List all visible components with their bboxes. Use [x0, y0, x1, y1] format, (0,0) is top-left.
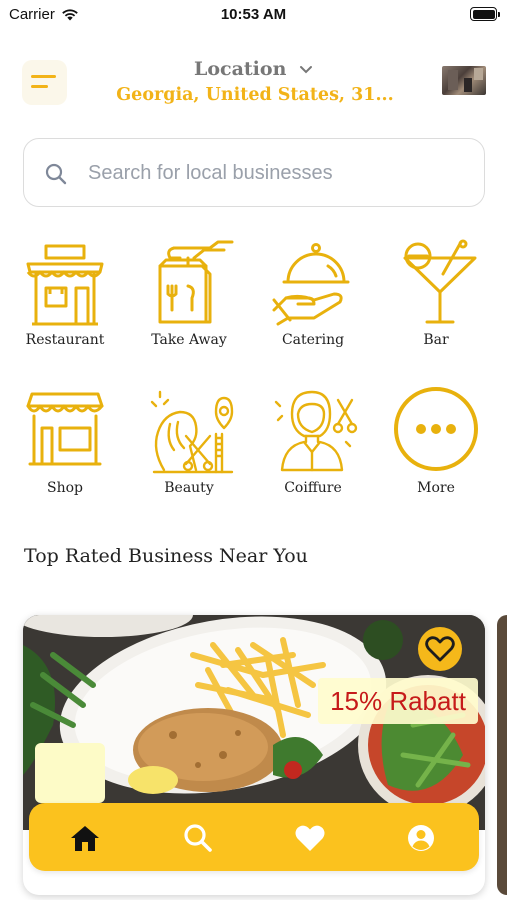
cocktail-icon — [403, 239, 477, 324]
favorite-button[interactable] — [418, 627, 462, 671]
user-icon — [408, 825, 434, 851]
clock: 10:53 AM — [220, 6, 287, 23]
location-selector[interactable]: Location — [0, 58, 507, 80]
category-catering[interactable]: Catering — [258, 236, 368, 348]
home-icon — [71, 826, 99, 851]
category-label: Take Away — [151, 332, 227, 348]
more-icon — [394, 387, 478, 471]
search-icon — [45, 163, 67, 185]
section-title: Top Rated Business Near You — [24, 545, 308, 567]
restaurant-icon — [26, 244, 104, 326]
discount-badge: 15% Rabatt — [318, 678, 478, 724]
category-coiffure[interactable]: Coiffure — [258, 384, 368, 496]
category-restaurant[interactable]: Restaurant — [10, 236, 120, 348]
avatar[interactable] — [442, 66, 486, 95]
coiffure-icon — [274, 390, 358, 472]
tab-profile[interactable] — [405, 822, 437, 854]
category-beauty[interactable]: Beauty — [134, 384, 244, 496]
category-shop[interactable]: Shop — [10, 384, 120, 496]
take-away-icon — [158, 240, 234, 324]
category-label: Catering — [281, 332, 345, 348]
location-label: Location — [193, 58, 287, 80]
tab-bar — [29, 803, 479, 871]
category-label: Restaurant — [25, 332, 105, 348]
business-logo-placeholder — [35, 743, 105, 803]
search-bar[interactable] — [23, 138, 485, 207]
catering-icon — [272, 243, 350, 326]
shop-icon — [26, 392, 104, 466]
search-icon — [184, 824, 212, 852]
beauty-icon — [150, 390, 234, 474]
search-input[interactable] — [88, 157, 468, 189]
chevron-down-icon — [300, 66, 313, 74]
category-label: Shop — [47, 480, 83, 496]
category-label: More — [417, 480, 455, 496]
next-business-card[interactable] — [497, 615, 507, 895]
status-bar: Carrier 10:53 AM — [0, 0, 507, 30]
tab-home[interactable] — [69, 822, 101, 854]
category-label: Beauty — [164, 480, 214, 496]
battery-icon — [470, 7, 500, 21]
category-bar[interactable]: Bar — [381, 236, 491, 348]
heart-outline-icon — [425, 636, 455, 662]
heart-icon — [295, 825, 325, 851]
tab-favorites[interactable] — [294, 822, 326, 854]
tab-search[interactable] — [182, 822, 214, 854]
category-label: Coiffure — [284, 480, 342, 496]
category-more[interactable]: More — [381, 384, 491, 496]
location-value[interactable]: Georgia, United States, 31... — [90, 85, 420, 105]
category-label: Bar — [423, 332, 449, 348]
category-take-away[interactable]: Take Away — [134, 236, 244, 348]
